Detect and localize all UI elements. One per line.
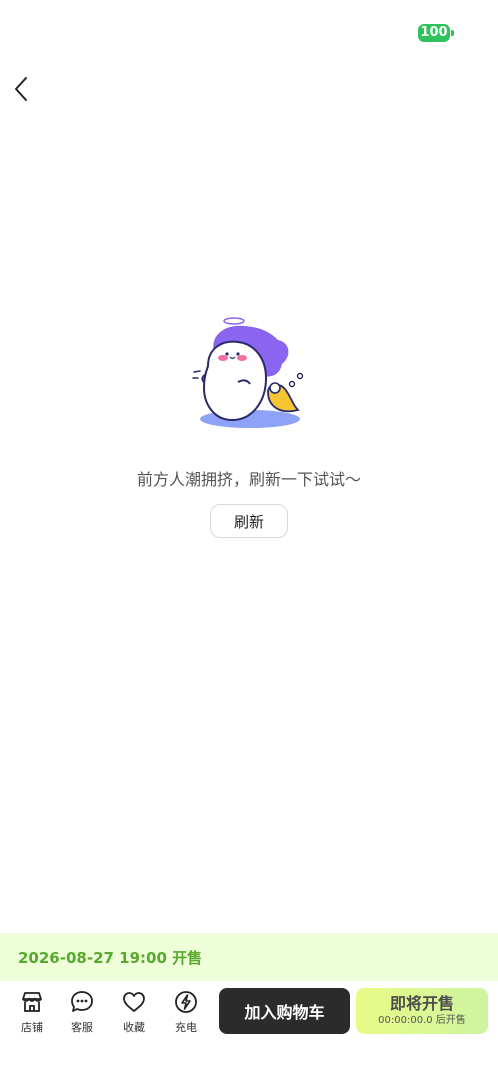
bottom-action-bar: 店铺 客服 收藏 充电 加入购物车 即将开售 00:00:00.0 后开售 bbox=[0, 981, 498, 1080]
chat-icon bbox=[71, 991, 93, 1012]
sale-time-banner: 2026-08-27 19:00 开售 bbox=[0, 933, 498, 981]
page: 100 前方人潮拥挤，刷新一下试试～ 刷新 2026-08-27 19:00 开… bbox=[0, 0, 498, 1080]
heart-icon bbox=[123, 992, 145, 1012]
battery-nub bbox=[451, 30, 454, 36]
lightning-icon bbox=[175, 991, 197, 1013]
nav-service-label: 客服 bbox=[71, 1021, 93, 1034]
nav-charge-label: 充电 bbox=[175, 1021, 197, 1034]
nav-store-label: 店铺 bbox=[21, 1021, 43, 1034]
chevron-left-icon bbox=[15, 77, 27, 101]
add-to-cart-button[interactable]: 加入购物车 bbox=[219, 988, 350, 1034]
presale-button[interactable]: 即将开售 00:00:00.0 后开售 bbox=[356, 988, 488, 1034]
empty-state-message: 前方人潮拥挤，刷新一下试试～ bbox=[136, 470, 361, 489]
refresh-button[interactable]: 刷新 bbox=[210, 504, 288, 538]
nav-favorite[interactable]: 收藏 bbox=[114, 989, 154, 1037]
nav-favorite-label: 收藏 bbox=[123, 1021, 145, 1034]
crowded-mascot-illustration bbox=[192, 317, 304, 428]
nav-service[interactable]: 客服 bbox=[62, 989, 102, 1037]
nav-store[interactable]: 店铺 bbox=[12, 989, 52, 1037]
back-button[interactable] bbox=[6, 72, 36, 106]
presale-title: 即将开售 bbox=[389, 994, 454, 1013]
sale-time-text: 2026-08-27 19:00 开售 bbox=[18, 948, 203, 967]
presale-countdown: 00:00:00.0 后开售 bbox=[378, 1015, 466, 1026]
store-icon bbox=[22, 992, 42, 1012]
nav-charge[interactable]: 充电 bbox=[166, 989, 206, 1037]
battery-indicator: 100 bbox=[418, 24, 450, 42]
